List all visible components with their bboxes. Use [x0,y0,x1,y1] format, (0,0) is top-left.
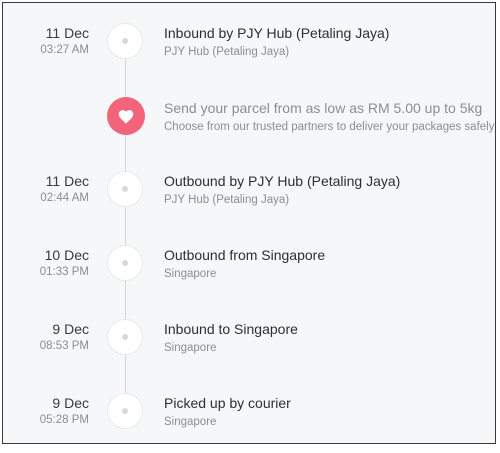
event-location: PJY Hub (Petaling Jaya) [164,194,290,206]
event-title: Picked up by courier [164,395,291,411]
event-details: Picked up by courier Singapore [164,395,291,429]
tracking-timeline: 11 Dec 03:27 AM Inbound by PJY Hub (Peta… [2,2,496,444]
event-location: Singapore [164,268,217,280]
timeline-event: 9 Dec 05:28 PM Picked up by courier Sing… [3,393,497,453]
event-time: 08:53 PM [39,340,89,352]
timeline-event: 11 Dec 02:44 AM Outbound by PJY Hub (Pet… [3,171,497,231]
timeline-event: 9 Dec 08:53 PM Inbound to Singapore Sing… [3,319,497,379]
event-time: 02:44 AM [40,192,89,204]
status-node [107,319,143,355]
promo-title: Send your parcel from as low as RM 5.00 … [164,100,483,116]
status-dot [122,334,128,340]
event-time: 05:28 PM [39,414,89,426]
event-date: 11 Dec [45,25,89,41]
event-details: Outbound from Singapore Singapore [164,247,325,281]
event-details: Inbound by PJY Hub (Petaling Jaya) PJY H… [164,25,389,59]
timeline-event: 10 Dec 01:33 PM Outbound from Singapore … [3,245,497,305]
status-dot [122,260,128,266]
status-node [107,171,143,207]
status-dot [122,186,128,192]
status-dot [122,38,128,44]
event-time: 03:27 AM [40,44,89,56]
event-title: Outbound from Singapore [164,247,326,263]
heart-icon [118,110,134,124]
event-details: Inbound to Singapore Singapore [164,321,298,355]
event-details: Outbound by PJY Hub (Petaling Jaya) PJY … [164,173,400,207]
event-title: Inbound by PJY Hub (Petaling Jaya) [164,25,390,41]
event-location: Singapore [164,416,217,428]
event-time: 01:33 PM [39,266,89,278]
event-date: 9 Dec [52,321,89,337]
promo-banner[interactable]: Send your parcel from as low as RM 5.00 … [3,97,497,157]
event-date: 9 Dec [52,395,89,411]
event-location: PJY Hub (Petaling Jaya) [164,46,290,58]
promo-badge [107,97,145,135]
status-node [107,393,143,429]
promo-text: Send your parcel from as low as RM 5.00 … [164,100,494,134]
event-title: Inbound to Singapore [164,321,298,337]
promo-subtitle: Choose from our trusted partners to deli… [164,121,495,133]
status-node [107,245,143,281]
event-date: 11 Dec [45,173,89,189]
event-title: Outbound by PJY Hub (Petaling Jaya) [164,173,401,189]
status-node [107,23,143,59]
event-location: Singapore [164,342,217,354]
status-dot [122,408,128,414]
event-date: 10 Dec [44,247,89,263]
timeline-event: 11 Dec 03:27 AM Inbound by PJY Hub (Peta… [3,23,497,83]
